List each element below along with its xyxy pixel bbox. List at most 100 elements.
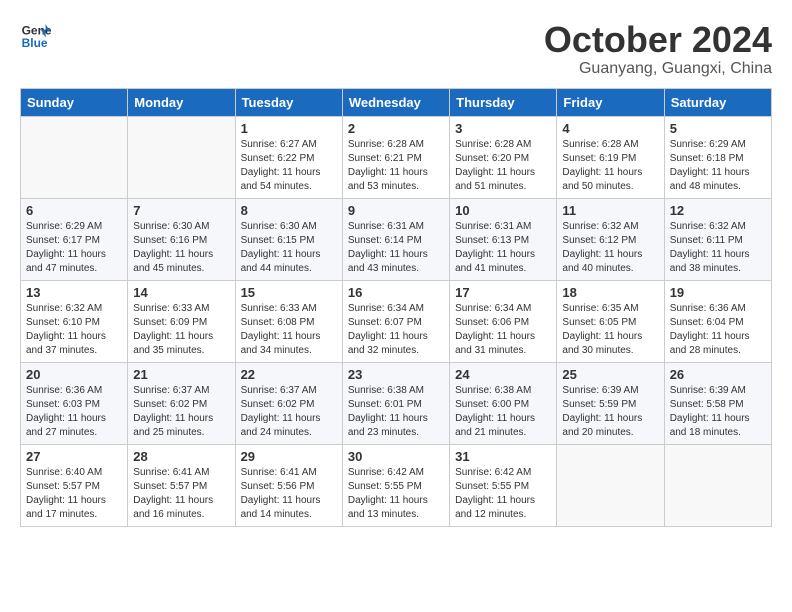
calendar-cell: 15 Sunrise: 6:33 AMSunset: 6:08 PMDayligh… (235, 280, 342, 362)
day-number: 11 (562, 203, 658, 218)
cell-info: Sunrise: 6:27 AMSunset: 6:22 PMDaylight:… (241, 138, 337, 194)
calendar-cell: 19 Sunrise: 6:36 AMSunset: 6:04 PMDayligh… (664, 280, 771, 362)
cell-info: Sunrise: 6:30 AMSunset: 6:15 PMDaylight:… (241, 220, 337, 276)
cell-info: Sunrise: 6:28 AMSunset: 6:21 PMDaylight:… (348, 138, 444, 194)
calendar-cell: 27 Sunrise: 6:40 AMSunset: 5:57 PMDayligh… (21, 444, 128, 526)
day-number: 15 (241, 285, 337, 300)
day-number: 14 (133, 285, 229, 300)
calendar-header-saturday: Saturday (664, 88, 771, 116)
calendar-header-monday: Monday (128, 88, 235, 116)
calendar-cell: 11 Sunrise: 6:32 AMSunset: 6:12 PMDayligh… (557, 198, 664, 280)
day-number: 9 (348, 203, 444, 218)
cell-info: Sunrise: 6:40 AMSunset: 5:57 PMDaylight:… (26, 466, 122, 522)
day-number: 24 (455, 367, 551, 382)
day-number: 21 (133, 367, 229, 382)
calendar-header-tuesday: Tuesday (235, 88, 342, 116)
day-number: 18 (562, 285, 658, 300)
cell-info: Sunrise: 6:36 AMSunset: 6:03 PMDaylight:… (26, 384, 122, 440)
day-number: 27 (26, 449, 122, 464)
cell-info: Sunrise: 6:32 AMSunset: 6:11 PMDaylight:… (670, 220, 766, 276)
svg-text:Blue: Blue (22, 36, 48, 50)
calendar-cell: 4Sunrise: 6:28 AMSunset: 6:19 PMDaylight… (557, 116, 664, 198)
calendar-cell: 23 Sunrise: 6:38 AMSunset: 6:01 PMDayligh… (342, 362, 449, 444)
day-number: 10 (455, 203, 551, 218)
calendar-table: SundayMondayTuesdayWednesdayThursdayFrid… (20, 88, 772, 527)
day-number: 26 (670, 367, 766, 382)
calendar-cell: 12 Sunrise: 6:32 AMSunset: 6:11 PMDayligh… (664, 198, 771, 280)
calendar-cell: 8 Sunrise: 6:30 AMSunset: 6:15 PMDaylight… (235, 198, 342, 280)
calendar-cell: 20 Sunrise: 6:36 AMSunset: 6:03 PMDayligh… (21, 362, 128, 444)
title-block: October 2024 Guanyang, Guangxi, China (544, 20, 772, 78)
day-number: 16 (348, 285, 444, 300)
calendar-header-friday: Friday (557, 88, 664, 116)
calendar-header-wednesday: Wednesday (342, 88, 449, 116)
logo-icon: General Blue (20, 20, 52, 52)
cell-info: Sunrise: 6:34 AMSunset: 6:06 PMDaylight:… (455, 302, 551, 358)
day-number: 3 (455, 121, 551, 136)
cell-info: Sunrise: 6:33 AMSunset: 6:08 PMDaylight:… (241, 302, 337, 358)
day-number: 8 (241, 203, 337, 218)
cell-info: Sunrise: 6:38 AMSunset: 6:01 PMDaylight:… (348, 384, 444, 440)
day-number: 5 (670, 121, 766, 136)
day-number: 30 (348, 449, 444, 464)
day-number: 12 (670, 203, 766, 218)
calendar-cell: 10Sunrise: 6:31 AMSunset: 6:13 PMDayligh… (450, 198, 557, 280)
day-number: 17 (455, 285, 551, 300)
cell-info: Sunrise: 6:34 AMSunset: 6:07 PMDaylight:… (348, 302, 444, 358)
calendar-cell (664, 444, 771, 526)
cell-info: Sunrise: 6:28 AMSunset: 6:19 PMDaylight:… (562, 138, 658, 194)
calendar-cell: 28 Sunrise: 6:41 AMSunset: 5:57 PMDayligh… (128, 444, 235, 526)
cell-info: Sunrise: 6:32 AMSunset: 6:12 PMDaylight:… (562, 220, 658, 276)
calendar-cell: 25 Sunrise: 6:39 AMSunset: 5:59 PMDayligh… (557, 362, 664, 444)
calendar-cell (21, 116, 128, 198)
cell-info: Sunrise: 6:33 AMSunset: 6:09 PMDaylight:… (133, 302, 229, 358)
calendar-cell: 3Sunrise: 6:28 AMSunset: 6:20 PMDaylight… (450, 116, 557, 198)
calendar-cell: 29Sunrise: 6:41 AMSunset: 5:56 PMDayligh… (235, 444, 342, 526)
calendar-cell: 14 Sunrise: 6:33 AMSunset: 6:09 PMDayligh… (128, 280, 235, 362)
cell-info: Sunrise: 6:35 AMSunset: 6:05 PMDaylight:… (562, 302, 658, 358)
cell-info: Sunrise: 6:36 AMSunset: 6:04 PMDaylight:… (670, 302, 766, 358)
day-number: 29 (241, 449, 337, 464)
page-header: General Blue October 2024 Guanyang, Guan… (20, 20, 772, 78)
calendar-cell: 1 Sunrise: 6:27 AMSunset: 6:22 PMDaylight… (235, 116, 342, 198)
day-number: 23 (348, 367, 444, 382)
calendar-cell: 18 Sunrise: 6:35 AMSunset: 6:05 PMDayligh… (557, 280, 664, 362)
calendar-cell: 21Sunrise: 6:37 AMSunset: 6:02 PMDayligh… (128, 362, 235, 444)
day-number: 31 (455, 449, 551, 464)
calendar-cell: 24Sunrise: 6:38 AMSunset: 6:00 PMDayligh… (450, 362, 557, 444)
calendar-cell: 13 Sunrise: 6:32 AMSunset: 6:10 PMDayligh… (21, 280, 128, 362)
cell-info: Sunrise: 6:32 AMSunset: 6:10 PMDaylight:… (26, 302, 122, 358)
calendar-cell: 7 Sunrise: 6:30 AMSunset: 6:16 PMDaylight… (128, 198, 235, 280)
calendar-cell: 2 Sunrise: 6:28 AMSunset: 6:21 PMDaylight… (342, 116, 449, 198)
calendar-header-thursday: Thursday (450, 88, 557, 116)
calendar-cell: 5 Sunrise: 6:29 AMSunset: 6:18 PMDaylight… (664, 116, 771, 198)
day-number: 1 (241, 121, 337, 136)
cell-info: Sunrise: 6:39 AMSunset: 5:58 PMDaylight:… (670, 384, 766, 440)
cell-info: Sunrise: 6:41 AMSunset: 5:57 PMDaylight:… (133, 466, 229, 522)
calendar-cell: 6Sunrise: 6:29 AMSunset: 6:17 PMDaylight… (21, 198, 128, 280)
calendar-cell: 26 Sunrise: 6:39 AMSunset: 5:58 PMDayligh… (664, 362, 771, 444)
cell-info: Sunrise: 6:29 AMSunset: 6:17 PMDaylight:… (26, 220, 122, 276)
day-number: 28 (133, 449, 229, 464)
day-number: 2 (348, 121, 444, 136)
cell-info: Sunrise: 6:37 AMSunset: 6:02 PMDaylight:… (241, 384, 337, 440)
day-number: 7 (133, 203, 229, 218)
day-number: 13 (26, 285, 122, 300)
location-subtitle: Guanyang, Guangxi, China (544, 60, 772, 78)
day-number: 20 (26, 367, 122, 382)
calendar-cell: 17 Sunrise: 6:34 AMSunset: 6:06 PMDayligh… (450, 280, 557, 362)
day-number: 19 (670, 285, 766, 300)
cell-info: Sunrise: 6:39 AMSunset: 5:59 PMDaylight:… (562, 384, 658, 440)
cell-info: Sunrise: 6:30 AMSunset: 6:16 PMDaylight:… (133, 220, 229, 276)
calendar-cell: 30 Sunrise: 6:42 AMSunset: 5:55 PMDayligh… (342, 444, 449, 526)
day-number: 25 (562, 367, 658, 382)
logo: General Blue (20, 20, 52, 52)
cell-info: Sunrise: 6:29 AMSunset: 6:18 PMDaylight:… (670, 138, 766, 194)
calendar-cell: 31Sunrise: 6:42 AMSunset: 5:55 PMDayligh… (450, 444, 557, 526)
cell-info: Sunrise: 6:42 AMSunset: 5:55 PMDaylight:… (348, 466, 444, 522)
calendar-cell (128, 116, 235, 198)
calendar-cell (557, 444, 664, 526)
day-number: 22 (241, 367, 337, 382)
calendar-cell: 16 Sunrise: 6:34 AMSunset: 6:07 PMDayligh… (342, 280, 449, 362)
month-title: October 2024 (544, 20, 772, 60)
